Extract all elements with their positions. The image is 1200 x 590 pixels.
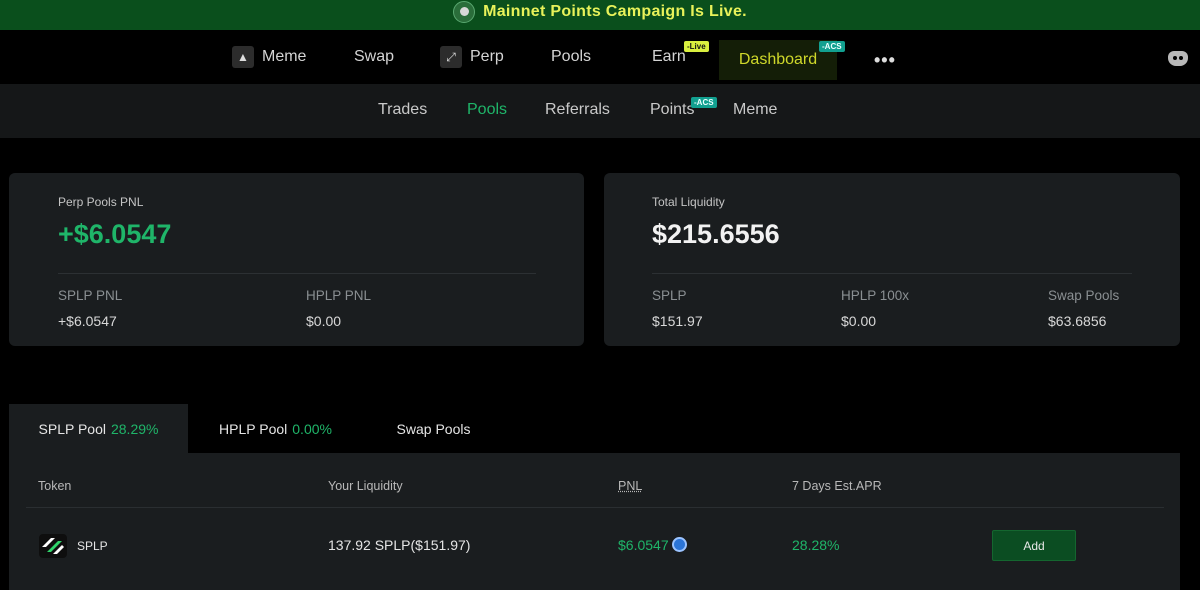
- tab-splp-pool-label: SPLP Pool: [38, 420, 106, 437]
- tab-hplp-pool-apr: 0.00%: [292, 420, 332, 437]
- top-navigation: ▲ Meme Swap ⤢ Perp Pools Earn -Live: [0, 30, 1200, 84]
- swap-pools-liquidity-label: Swap Pools: [1048, 288, 1120, 303]
- discord-icon[interactable]: [1168, 51, 1188, 66]
- nav-perp[interactable]: ⤢ Perp: [440, 30, 504, 84]
- hplp-pnl-value: $0.00: [306, 313, 342, 329]
- nav-dashboard-label: Dashboard: [738, 51, 818, 68]
- tab-hplp-pool[interactable]: HPLP Pool 0.00%: [202, 404, 349, 453]
- tab-pools[interactable]: Pools: [467, 84, 507, 136]
- live-badge: -Live: [684, 41, 709, 52]
- total-liquidity-card: Total Liquidity $215.6556 SPLP $151.97 H…: [604, 173, 1180, 346]
- row-pnl-value: $6.0547: [618, 537, 669, 553]
- nav-pools[interactable]: Pools: [551, 30, 591, 84]
- usdc-icon: [671, 537, 687, 552]
- add-liquidity-button[interactable]: Add: [992, 530, 1076, 561]
- splp-liquidity-label: SPLP: [652, 288, 687, 303]
- table-divider: [26, 507, 1164, 508]
- row-your-liquidity: 137.92 SPLP($151.97): [328, 537, 471, 553]
- rocket-icon: ▲: [232, 46, 254, 68]
- campaign-banner[interactable]: Mainnet Points Campaign Is Live.: [0, 0, 1200, 30]
- row-apr: 28.28%: [792, 537, 840, 553]
- tab-trades-label: Trades: [378, 101, 428, 118]
- liquidity-total-value: $215.6556: [652, 219, 780, 249]
- perp-arrows-icon: ⤢: [440, 46, 462, 68]
- tab-splp-pool[interactable]: SPLP Pool 28.29%: [9, 404, 188, 453]
- tab-referrals-label: Referrals: [545, 101, 610, 118]
- hplp-liquidity-label: HPLP 100x: [841, 288, 910, 303]
- tab-swap-pools-label: Swap Pools: [396, 420, 471, 437]
- nav-meme[interactable]: ▲ Meme: [232, 30, 306, 84]
- header-your-liquidity: Your Liquidity: [328, 479, 403, 493]
- splp-pnl-value: +$6.0547: [58, 313, 117, 329]
- more-menu-icon[interactable]: •••: [874, 50, 896, 71]
- add-button-label: Add: [1023, 538, 1045, 553]
- header-token: Token: [38, 479, 72, 493]
- nav-perp-label: Perp: [470, 48, 504, 65]
- mascot-icon: [453, 1, 476, 23]
- tab-referrals[interactable]: Referrals: [545, 84, 610, 136]
- perp-pools-pnl-card: Perp Pools PNL +$6.0547 SPLP PNL +$6.054…: [9, 173, 584, 346]
- nav-pools-label: Pools: [551, 48, 592, 65]
- tab-meme-label: Meme: [733, 101, 778, 118]
- hplp-liquidity-value: $0.00: [841, 313, 877, 329]
- tab-points-label: Points: [650, 101, 695, 118]
- tab-meme[interactable]: Meme: [733, 84, 777, 136]
- card-divider: [652, 273, 1132, 274]
- tab-splp-pool-apr: 28.29%: [110, 420, 159, 437]
- tab-swap-pools[interactable]: Swap Pools: [376, 404, 491, 453]
- splp-pnl-label: SPLP PNL: [58, 288, 123, 303]
- pnl-total-value: +$6.0547: [58, 219, 172, 249]
- tab-points[interactable]: Points: [650, 84, 694, 136]
- swap-pools-liquidity-value: $63.6856: [1048, 313, 1107, 329]
- nav-swap-label: Swap: [354, 48, 395, 65]
- tab-hplp-pool-label: HPLP Pool: [219, 420, 288, 437]
- pool-table: [9, 453, 1180, 590]
- header-apr: 7 Days Est.APR: [792, 479, 882, 493]
- header-pnl[interactable]: PNL: [618, 479, 642, 493]
- nav-swap[interactable]: Swap: [354, 30, 394, 84]
- splp-token-icon: [39, 534, 67, 558]
- hplp-pnl-label: HPLP PNL: [306, 288, 372, 303]
- row-token-name: SPLP: [77, 539, 108, 553]
- pnl-card-label: Perp Pools PNL: [58, 195, 144, 209]
- nav-earn-label: Earn: [652, 48, 686, 65]
- acs-badge: -ACS: [819, 41, 845, 52]
- liquidity-card-label: Total Liquidity: [652, 195, 725, 209]
- splp-liquidity-value: $151.97: [652, 313, 703, 329]
- dashboard-subnav: Trades Pools Referrals Points -ACS Meme: [0, 84, 1200, 138]
- tab-trades[interactable]: Trades: [378, 84, 427, 136]
- points-acs-badge: -ACS: [691, 97, 717, 108]
- row-pnl: $6.0547: [618, 537, 687, 553]
- tab-pools-label: Pools: [467, 101, 508, 118]
- nav-earn[interactable]: Earn: [652, 30, 686, 84]
- card-divider: [58, 273, 536, 274]
- nav-meme-label: Meme: [262, 48, 307, 65]
- banner-text: Mainnet Points Campaign Is Live.: [483, 3, 747, 20]
